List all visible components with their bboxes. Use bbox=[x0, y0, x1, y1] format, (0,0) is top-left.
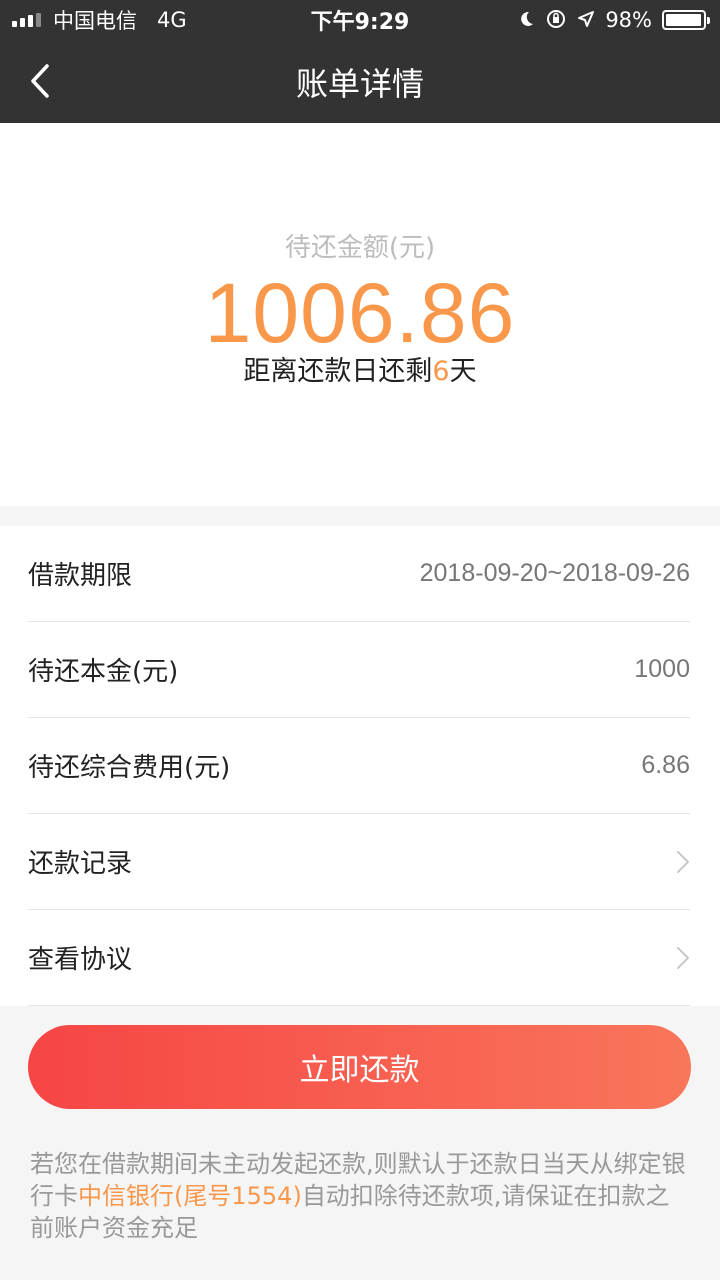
due-prefix: 距离还款日还剩 bbox=[243, 356, 433, 387]
repayment-records-row[interactable]: 还款记录 bbox=[28, 814, 690, 910]
due-countdown: 距离还款日还剩6天 bbox=[0, 349, 720, 388]
chevron-right-icon bbox=[676, 946, 690, 970]
page-title: 账单详情 bbox=[295, 64, 424, 103]
view-agreement-row[interactable]: 查看协议 bbox=[28, 910, 690, 1006]
moon-icon bbox=[517, 10, 535, 31]
nav-bar: 账单详情 bbox=[0, 40, 720, 123]
auto-debit-notice: 若您在借款期间未主动发起还款,则默认于还款日当天从绑定银行卡中信银行(尾号155… bbox=[30, 1148, 690, 1244]
loan-term-row: 借款期限 2018-09-20~2018-09-26 bbox=[28, 526, 690, 622]
orientation-lock-icon bbox=[545, 8, 567, 33]
due-days: 6 bbox=[432, 356, 450, 387]
due-suffix: 天 bbox=[449, 356, 477, 387]
fee-label: 待还综合费用(元) bbox=[28, 753, 231, 783]
carrier-label: 中国电信 bbox=[53, 9, 137, 33]
status-bar: 中国电信 4G 下午9:29 98% bbox=[0, 0, 720, 40]
battery-icon bbox=[662, 10, 710, 30]
battery-percent: 98% bbox=[605, 8, 652, 32]
network-label: 4G bbox=[157, 8, 187, 32]
principal-label: 待还本金(元) bbox=[28, 657, 179, 687]
status-left: 中国电信 4G bbox=[12, 5, 187, 35]
chevron-left-icon bbox=[31, 64, 49, 98]
status-right: 98% bbox=[517, 8, 710, 33]
detail-list: 借款期限 2018-09-20~2018-09-26 待还本金(元) 1000 … bbox=[0, 526, 720, 1006]
loan-term-value: 2018-09-20~2018-09-26 bbox=[419, 559, 690, 587]
fee-value: 6.86 bbox=[641, 751, 690, 779]
amount-label: 待还金额(元) bbox=[284, 233, 436, 263]
fee-row: 待还综合费用(元) 6.86 bbox=[28, 718, 690, 814]
loan-term-label: 借款期限 bbox=[28, 561, 133, 591]
bank-card-link[interactable]: 中信银行(尾号1554) bbox=[78, 1182, 302, 1210]
repay-now-button[interactable]: 立即还款 bbox=[28, 1025, 691, 1109]
chevron-right-icon bbox=[676, 850, 690, 874]
amount-summary: 待还金额(元) 1006.86 距离还款日还剩6天 bbox=[0, 123, 720, 506]
battery-fill bbox=[666, 14, 702, 26]
principal-row: 待还本金(元) 1000 bbox=[28, 622, 690, 718]
view-agreement-label: 查看协议 bbox=[28, 945, 133, 975]
back-button[interactable] bbox=[20, 58, 60, 104]
repayment-records-label: 还款记录 bbox=[28, 849, 133, 879]
signal-icon bbox=[12, 13, 41, 27]
principal-value: 1000 bbox=[634, 655, 690, 683]
location-icon bbox=[577, 10, 595, 31]
amount-value: 1006.86 bbox=[204, 266, 516, 360]
